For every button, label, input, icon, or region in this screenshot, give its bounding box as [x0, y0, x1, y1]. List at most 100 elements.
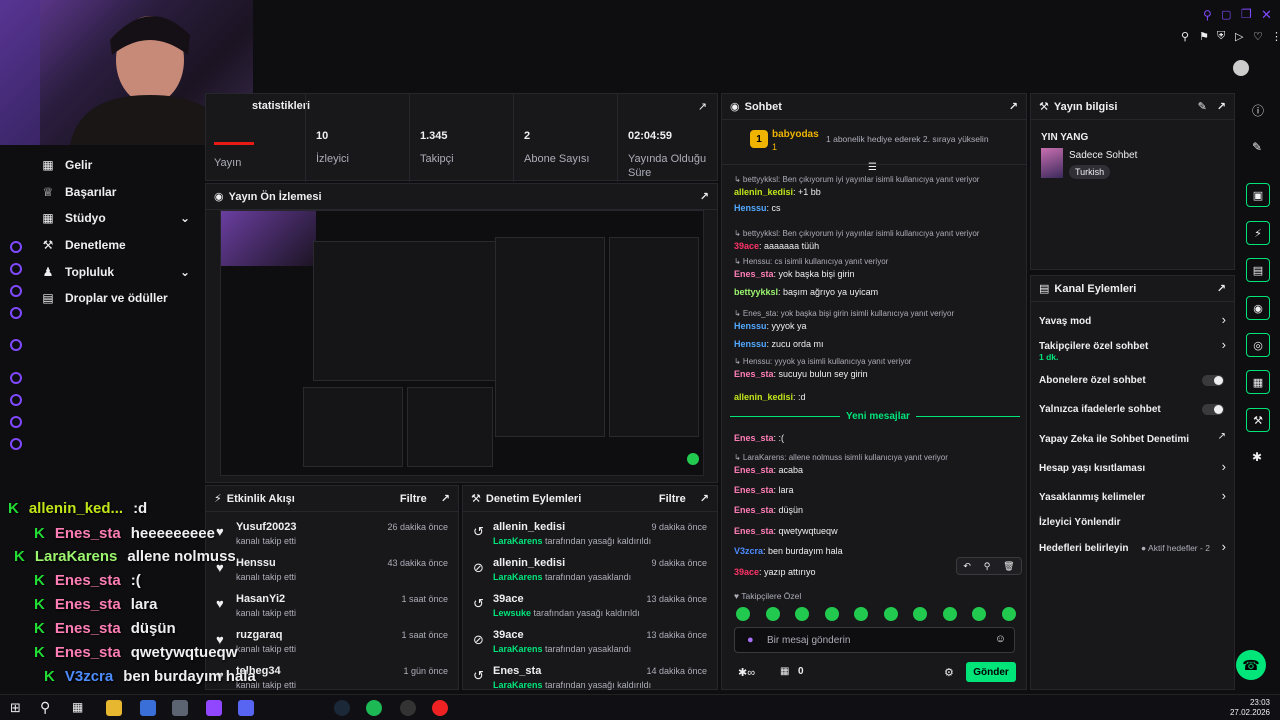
chat-username[interactable]: Enes_sta — [734, 485, 774, 495]
chat-username[interactable]: Henssu — [734, 203, 767, 213]
chat-username[interactable]: Enes_sta — [734, 465, 774, 475]
maximize-icon[interactable]: ❐ — [1241, 7, 1252, 21]
chat-username[interactable]: allenin_kedisi — [734, 187, 793, 197]
chevron-right-icon[interactable]: › — [1222, 488, 1226, 503]
emote-icon[interactable] — [765, 607, 780, 621]
sidebar-item-studyo[interactable]: ▦ Stüdyo ⌄ — [40, 211, 190, 225]
emote-icon[interactable] — [942, 607, 957, 621]
list-item[interactable]: ♥ HasanYi2 kanalı takip etti 1 saat önce — [206, 592, 458, 628]
pin-icon[interactable]: ⚲ — [984, 561, 991, 572]
chat-username[interactable]: Henssu — [734, 339, 767, 349]
pin-icon[interactable]: ⚲ — [1181, 30, 1189, 43]
chat-username[interactable]: V3zcra — [734, 546, 763, 556]
rail-button-mod[interactable]: ▦ — [1246, 370, 1270, 394]
channel-action-item[interactable]: Yapay Zeka ile Sohbet Denetimi — [1039, 431, 1219, 447]
channel-action-item[interactable]: Yavaş mod — [1039, 313, 1219, 329]
chat-message[interactable]: ↳ Henssu: cs isimli kullanıcıya yanıt ve… — [734, 256, 1019, 280]
extensions-icon[interactable]: ✱ — [1252, 450, 1262, 464]
channel-action-item[interactable]: Yalnızca ifadelerle sohbet — [1039, 401, 1219, 417]
emoji-icon[interactable]: ☺ — [995, 633, 1006, 645]
edit-icon[interactable]: ✎ — [1198, 100, 1207, 113]
rail-button-chat[interactable]: ◉ — [1246, 296, 1270, 320]
chevron-right-icon[interactable]: › — [1222, 337, 1226, 352]
chat-message[interactable]: ↳ bettyykksl: Ben çıkıyorum iyi yayınlar… — [734, 228, 1019, 252]
rail-icon[interactable] — [10, 394, 22, 406]
rail-button-wrench[interactable]: ⚒ — [1246, 408, 1270, 432]
emote-icon[interactable] — [795, 607, 809, 621]
emote-icon[interactable] — [1001, 607, 1016, 621]
chat-message[interactable]: Enes_sta: :( — [734, 432, 1019, 444]
toggle-switch[interactable] — [1202, 404, 1224, 415]
opera-icon[interactable] — [432, 700, 448, 716]
sidebar-item-topluluk[interactable]: ♟ Topluluk ⌄ — [40, 265, 190, 279]
points-icon[interactable]: ✱∞ — [738, 666, 755, 679]
search-icon[interactable]: ⚲ — [40, 699, 50, 716]
filter-button[interactable]: Filtre — [400, 493, 427, 505]
emote-icon[interactable] — [736, 607, 750, 621]
chevron-right-icon[interactable]: › — [1222, 459, 1226, 474]
sidebar-item-droplar[interactable]: ▤ Droplar ve ödüller — [40, 291, 190, 305]
emote-icon[interactable] — [913, 607, 927, 621]
emote-icon[interactable] — [824, 607, 839, 621]
chat-message[interactable]: Enes_sta: qwetywqtueqw — [734, 525, 1019, 537]
list-item[interactable]: ♥ Henssu kanalı takip etti 43 dakika önce — [206, 556, 458, 592]
popout-icon[interactable]: ↗ — [700, 492, 709, 505]
chat-message[interactable]: Enes_sta: lara — [734, 484, 1019, 496]
settings-icon[interactable]: ⚙ — [944, 666, 954, 679]
rail-button-camera[interactable]: ▣ — [1246, 183, 1270, 207]
popout-icon[interactable]: ↗ — [700, 190, 709, 203]
chat-username[interactable]: Enes_sta — [734, 526, 774, 536]
more-icon[interactable]: ⋮ — [1271, 30, 1280, 43]
emote-icon[interactable] — [972, 607, 986, 621]
rail-icon[interactable] — [10, 241, 22, 253]
external-link-icon[interactable]: ↗ — [1218, 431, 1226, 442]
list-item[interactable]: ⊘ allenin_kedisi LaraKarens tarafından yas… — [463, 556, 717, 592]
app-icon[interactable] — [206, 700, 222, 716]
task-view-icon[interactable]: ▦ — [72, 700, 83, 714]
chat-username[interactable]: bettyykksl — [734, 287, 778, 297]
channel-action-item[interactable]: Yasaklanmış kelimeler — [1039, 489, 1219, 505]
chat-input[interactable]: ● Bir mesaj gönderin ☺ — [734, 627, 1015, 653]
rail-button-broadcast[interactable]: ◎ — [1246, 333, 1270, 357]
chat-message[interactable]: V3zcra: ben burdayım hala — [734, 545, 1019, 557]
rail-button-bolt[interactable]: ⚡ — [1246, 221, 1270, 245]
rail-icon[interactable] — [10, 438, 22, 450]
chat-message[interactable]: Henssu: zucu orda mı — [734, 338, 1019, 350]
tag-badge[interactable]: Turkish — [1069, 165, 1111, 179]
popout-icon[interactable]: ↗ — [441, 492, 450, 505]
app-icon[interactable] — [140, 700, 156, 716]
channel-action-item[interactable]: İzleyici Yönlendir — [1039, 514, 1219, 530]
shield-icon[interactable]: ⛨ — [1217, 30, 1225, 43]
popout-icon[interactable]: ↗ — [1217, 100, 1226, 113]
avatar[interactable] — [1233, 60, 1249, 76]
rail-button-doc[interactable]: ▤ — [1246, 258, 1270, 282]
play-icon[interactable]: ▷ — [1235, 30, 1243, 43]
chat-message[interactable]: allenin_kedisi: :d — [734, 391, 1019, 403]
chat-username[interactable]: Enes_sta — [734, 369, 774, 379]
popout-icon[interactable]: ↗ — [1009, 100, 1018, 113]
delete-icon[interactable]: 🗑 — [1003, 561, 1014, 572]
channel-action-item[interactable]: Takipçilere özel sohbet — [1039, 338, 1219, 354]
chat-message[interactable]: ↳ Enes_sta: yok başka bişi girin isimli … — [734, 308, 1019, 332]
close-icon[interactable]: ✕ — [1261, 7, 1272, 23]
list-item[interactable]: ↺ 39ace Lewsuke tarafından yasağı kaldırıl… — [463, 592, 717, 628]
copy-icon[interactable]: ▢ — [1221, 8, 1231, 21]
category-name[interactable]: Sadece Sohbet — [1069, 150, 1137, 161]
emote-icon[interactable] — [854, 607, 868, 621]
edit-icon[interactable]: ✎ — [1252, 140, 1262, 154]
channel-action-item[interactable]: Hesap yaşı kısıtlaması — [1039, 460, 1219, 476]
steam-icon[interactable] — [334, 700, 350, 716]
sidebar-item-gelir[interactable]: ▦ Gelir — [40, 158, 190, 172]
emote-icon[interactable] — [883, 607, 898, 621]
discord-icon[interactable] — [238, 700, 254, 716]
chat-message[interactable]: ↳ bettyykksl: Ben çıkıyorum iyi yayınlar… — [734, 174, 1019, 198]
mic-icon[interactable]: ● — [747, 634, 754, 646]
app-icon[interactable] — [172, 700, 188, 716]
gift-icon[interactable]: ▦ — [780, 666, 789, 677]
list-item[interactable]: ♥ Yusuf20023 kanalı takip etti 26 dakika ön… — [206, 520, 458, 556]
send-button[interactable]: Gönder — [966, 662, 1016, 682]
windows-icon[interactable]: ⊞ — [10, 700, 21, 716]
rail-icon[interactable] — [10, 416, 22, 428]
search-icon[interactable]: ⚲ — [1203, 8, 1212, 22]
chat-username[interactable]: Enes_sta — [734, 505, 774, 515]
